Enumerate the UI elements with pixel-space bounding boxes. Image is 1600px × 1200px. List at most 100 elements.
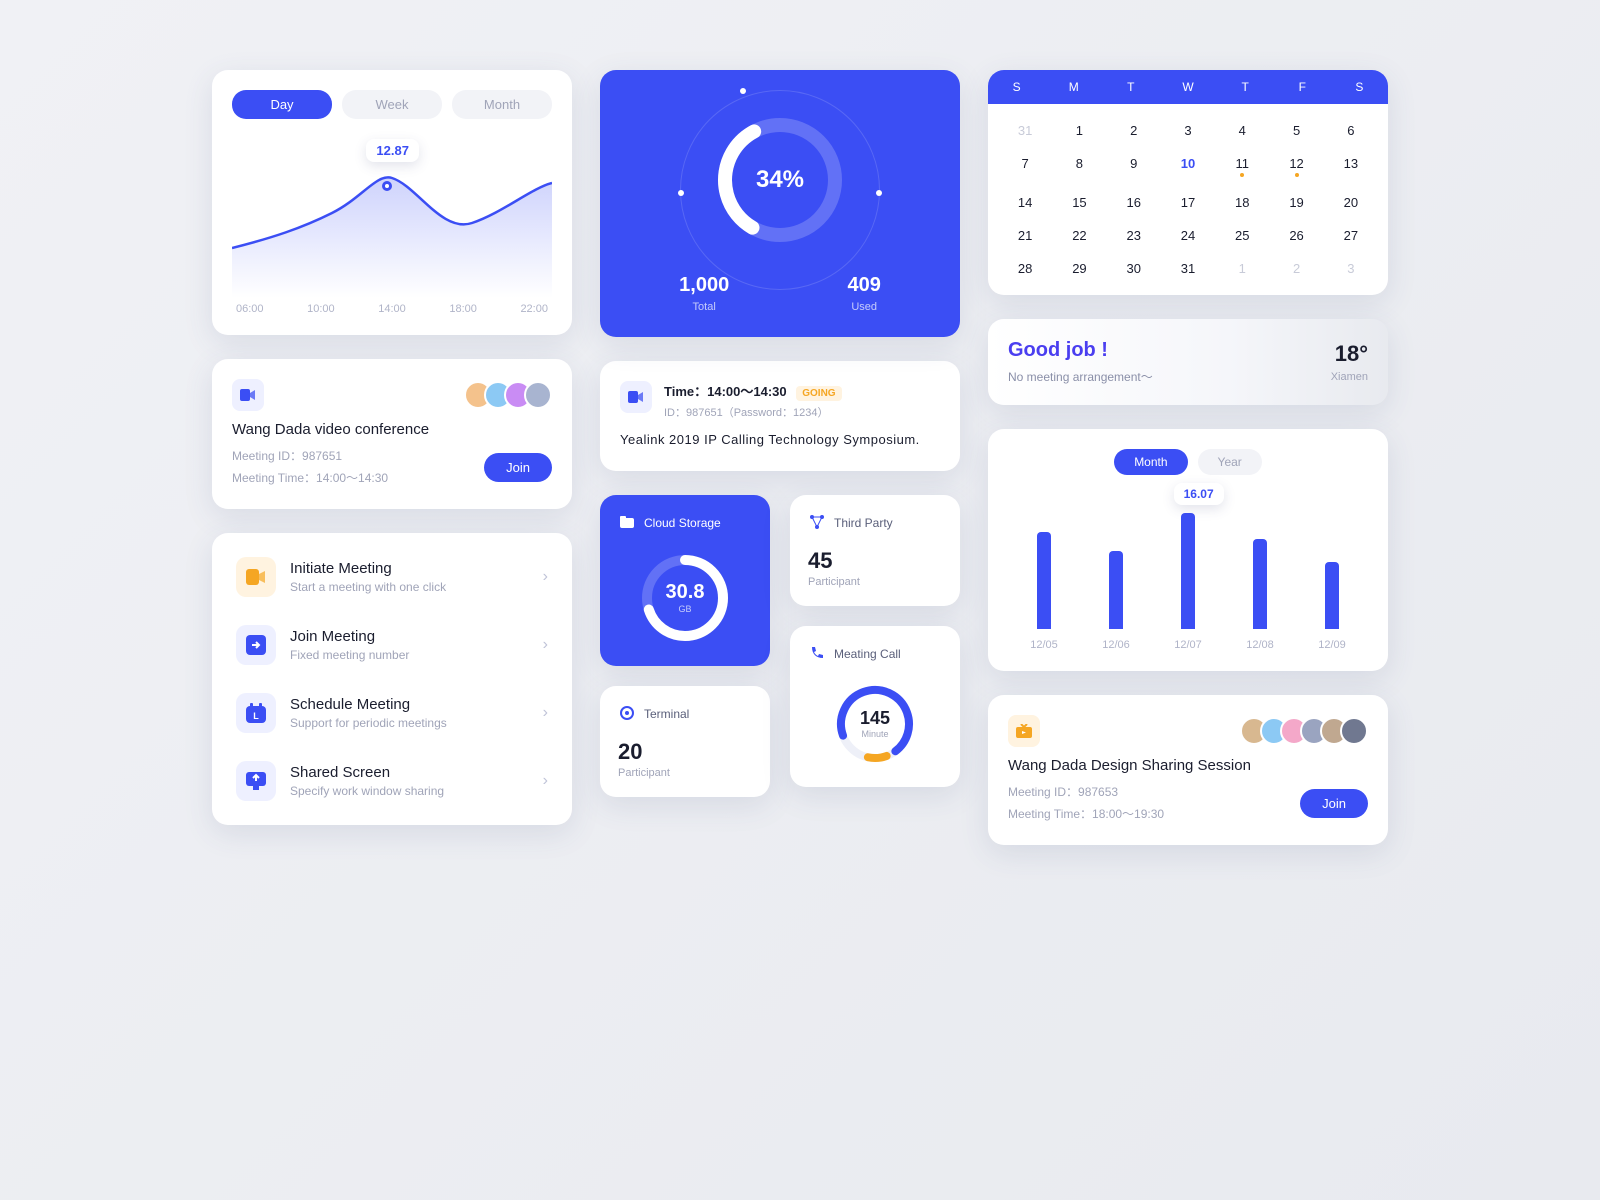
calendar-header: SMTWTFS	[988, 70, 1388, 104]
calendar-day[interactable]: 21	[998, 219, 1052, 252]
chevron-right-icon: ›	[543, 704, 548, 722]
meeting-meta: Meeting ID：987653 Meeting Time：18:00～19:…	[1008, 782, 1164, 825]
calendar-day[interactable]: 12	[1269, 147, 1323, 186]
calendar-day[interactable]: 18	[1215, 186, 1269, 219]
calendar-day[interactable]: 27	[1324, 219, 1378, 252]
network-icon	[808, 513, 826, 534]
temperature: 18°	[1331, 341, 1368, 367]
chevron-right-icon: ›	[543, 772, 548, 790]
calendar-day[interactable]: 17	[1161, 186, 1215, 219]
calendar-day[interactable]: 19	[1269, 186, 1323, 219]
actions-card: Initiate MeetingStart a meeting with one…	[212, 533, 572, 825]
phone-icon	[808, 644, 826, 665]
calendar-card: SMTWTFS 31123456789101112131415161718192…	[988, 70, 1388, 295]
bar	[1109, 551, 1123, 629]
calendar-day[interactable]: 23	[1107, 219, 1161, 252]
line-chart-card: DayWeekMonth 12.87 06:0010:0014:0018:002…	[212, 70, 572, 335]
action-shared-screen[interactable]: Shared ScreenSpecify work window sharing…	[232, 747, 552, 815]
good-job-title: Good job !	[1008, 339, 1153, 362]
meeting-title: Wang Dada video conference	[232, 421, 552, 438]
avatar-stack	[472, 381, 552, 409]
video-icon	[620, 381, 652, 413]
calendar-day[interactable]: 3	[1324, 252, 1378, 285]
join-button[interactable]: Join	[1300, 789, 1368, 818]
action-join-meeting[interactable]: Join MeetingFixed meeting number›	[232, 611, 552, 679]
calendar-day[interactable]: 15	[1052, 186, 1106, 219]
calendar-day[interactable]: 29	[1052, 252, 1106, 285]
calendar-day[interactable]: 30	[1107, 252, 1161, 285]
calendar-day[interactable]: 22	[1052, 219, 1106, 252]
action-schedule-meeting[interactable]: LSchedule MeetingSupport for periodic me…	[232, 679, 552, 747]
bar-x-axis: 12/0512/0612/0712/0812/09	[1008, 639, 1368, 651]
meeting-meta: Meeting ID：987651 Meeting Time：14:00～14:…	[232, 446, 388, 489]
usage-card: 34% 1,000 Total 409 Used	[600, 70, 960, 337]
calendar-day[interactable]: 1	[1215, 252, 1269, 285]
calendar-day[interactable]: 16	[1107, 186, 1161, 219]
calendar-day[interactable]: 2	[1107, 114, 1161, 147]
bar-range-tabs: Month Year	[1008, 449, 1368, 475]
terminal-value: 20	[618, 739, 752, 765]
bar-chart-card: Month Year 16.07 12/0512/0612/0712/0812/0…	[988, 429, 1388, 671]
third-party-card: Third Party 45 Participant	[790, 495, 960, 606]
bar	[1181, 513, 1195, 629]
good-job-sub: No meeting arrangement～	[1008, 368, 1153, 385]
storage-title: Cloud Storage	[644, 516, 721, 530]
calendar-day[interactable]: 31	[998, 114, 1052, 147]
video-icon	[232, 379, 264, 411]
calendar-day[interactable]: 4	[1215, 114, 1269, 147]
calendar-day[interactable]: 20	[1324, 186, 1378, 219]
calendar-day[interactable]: 25	[1215, 219, 1269, 252]
stat-total: 1,000 Total	[679, 274, 729, 313]
calendar-day[interactable]: 10	[1161, 147, 1215, 186]
chevron-right-icon: ›	[543, 568, 548, 586]
svg-text:L: L	[253, 711, 259, 721]
bar-tab-month[interactable]: Month	[1114, 449, 1187, 475]
avatar	[524, 381, 552, 409]
bar-tooltip: 16.07	[1174, 483, 1224, 505]
folder-icon	[618, 513, 636, 534]
calendar-day[interactable]: 31	[1161, 252, 1215, 285]
avatar	[1340, 717, 1368, 745]
calendar-day[interactable]: 9	[1107, 147, 1161, 186]
calendar-day[interactable]: 8	[1052, 147, 1106, 186]
screen-icon	[236, 761, 276, 801]
event-description: Yealink 2019 IP Calling Technology Sympo…	[620, 430, 940, 451]
calendar-day[interactable]: 7	[998, 147, 1052, 186]
calendar-day[interactable]: 6	[1324, 114, 1378, 147]
bar	[1253, 539, 1267, 629]
calendar-day[interactable]: 11	[1215, 147, 1269, 186]
meeting-title: Wang Dada Design Sharing Session	[1008, 757, 1368, 774]
terminal-card: Terminal 20 Participant	[600, 686, 770, 797]
calendar-day[interactable]: 24	[1161, 219, 1215, 252]
calendar-day[interactable]: 26	[1269, 219, 1323, 252]
bar-tab-year[interactable]: Year	[1198, 449, 1262, 475]
call-card: Meating Call 145 Minute	[790, 626, 960, 787]
avatar-stack	[1248, 717, 1368, 745]
calendar-day[interactable]: 5	[1269, 114, 1323, 147]
action-initiate-meeting[interactable]: Initiate MeetingStart a meeting with one…	[232, 543, 552, 611]
event-card: Time：14:00～14:30 GOING ID：987651（Passwor…	[600, 361, 960, 471]
calendar-day[interactable]: 14	[998, 186, 1052, 219]
good-job-card: Good job ! No meeting arrangement～ 18° X…	[988, 319, 1388, 405]
calendar-day[interactable]: 3	[1161, 114, 1215, 147]
range-tab-week[interactable]: Week	[342, 90, 442, 119]
bar-chart: 16.07	[1008, 489, 1368, 629]
calendar-day[interactable]: 13	[1324, 147, 1378, 186]
city-label: Xiamen	[1331, 371, 1368, 383]
third-party-value: 45	[808, 548, 942, 574]
stat-used: 409 Used	[847, 274, 880, 313]
small-stats-row: Cloud Storage 30.8GB Terminal 20 Parti	[600, 495, 960, 797]
bar	[1037, 532, 1051, 630]
call-value: 145	[860, 708, 890, 729]
meeting-card-1: Wang Dada video conference Meeting ID：98…	[212, 359, 572, 509]
calendar-day[interactable]: 1	[1052, 114, 1106, 147]
range-tab-day[interactable]: Day	[232, 90, 332, 119]
meeting-card-2: Wang Dada Design Sharing Session Meeting…	[988, 695, 1388, 845]
storage-card: Cloud Storage 30.8GB	[600, 495, 770, 666]
join-button[interactable]: Join	[484, 453, 552, 482]
calendar-day[interactable]: 2	[1269, 252, 1323, 285]
range-tab-month[interactable]: Month	[452, 90, 552, 119]
calendar-day[interactable]: 28	[998, 252, 1052, 285]
event-id: ID：987651（Password：1234）	[664, 404, 842, 420]
range-tabs: Day Week Month	[232, 90, 552, 119]
